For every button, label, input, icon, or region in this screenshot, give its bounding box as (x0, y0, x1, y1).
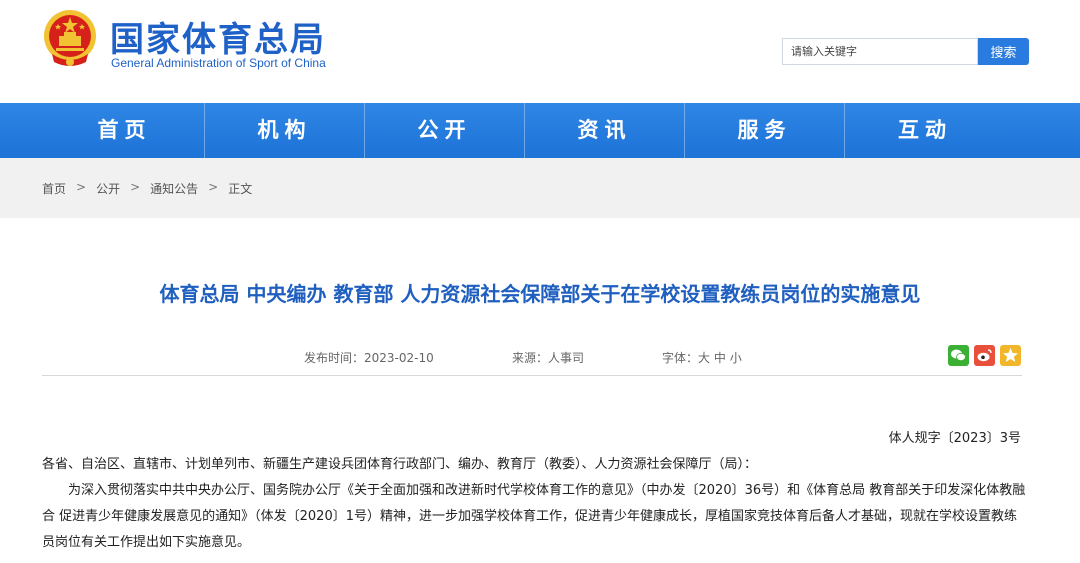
breadcrumb: 首页 > 公开 > 通知公告 > 正文 (42, 180, 252, 197)
nav-item-news[interactable]: 资讯 (525, 103, 685, 158)
national-emblem-icon (44, 10, 96, 66)
weibo-share-icon[interactable] (974, 345, 995, 366)
article-body: 为深入贯彻落实中共中央办公厅、国务院办公厅《关于全面加强和改进新时代学校体育工作… (42, 483, 1026, 550)
font-size-label: 字体： (662, 351, 699, 365)
breadcrumb-separator: > (76, 180, 87, 194)
publish-time: 发布时间：2023-02-10 (304, 351, 434, 365)
breadcrumb-home[interactable]: 首页 (42, 180, 66, 197)
font-size-large[interactable]: 大 (698, 351, 710, 365)
search-input[interactable] (782, 38, 978, 65)
nav-item-services[interactable]: 服务 (685, 103, 845, 158)
weibo-icon (977, 349, 992, 362)
wechat-icon (951, 349, 966, 361)
nav-item-interaction[interactable]: 互动 (845, 103, 1005, 158)
nav-item-organization[interactable]: 机构 (205, 103, 365, 158)
font-size-control: 字体：大 中 小 (662, 349, 742, 366)
qzone-share-icon[interactable] (1000, 345, 1021, 366)
article-title: 体育总局 中央编办 教育部 人力资源社会保障部关于在学校设置教练员岗位的实施意见 (159, 282, 921, 306)
main-nav: 首页 机构 公开 资讯 服务 互动 (0, 103, 1080, 158)
nav-item-home[interactable]: 首页 (45, 103, 205, 158)
font-size-medium[interactable]: 中 (714, 351, 726, 365)
article-source: 来源：人事司 (512, 351, 585, 365)
breadcrumb-current: 正文 (228, 182, 253, 196)
breadcrumb-bar: 首页 > 公开 > 通知公告 > 正文 (0, 158, 1080, 218)
article-addressee: 各省、自治区、直辖市、计划单列市、新疆生产建设兵团体育行政部门、编办、教育厅（教… (42, 457, 758, 472)
qzone-icon (1003, 348, 1018, 362)
breadcrumb-separator: > (130, 180, 141, 194)
site-name[interactable]: 国家体育总局 (110, 12, 326, 61)
nav-item-public[interactable]: 公开 (365, 103, 525, 158)
meta-divider (42, 375, 1022, 376)
breadcrumb-separator: > (208, 180, 219, 194)
document-number: 体人规字〔2023〕3号 (888, 431, 1021, 446)
breadcrumb-public[interactable]: 公开 (96, 180, 120, 197)
wechat-share-icon[interactable] (948, 345, 969, 366)
site-header: 国家体育总局 General Administration of Sport o… (0, 0, 1080, 103)
search-button[interactable]: 搜索 (978, 38, 1029, 65)
font-size-small[interactable]: 小 (730, 351, 742, 365)
breadcrumb-notices[interactable]: 通知公告 (150, 180, 198, 197)
site-name-english[interactable]: General Administration of Sport of China (111, 56, 326, 70)
